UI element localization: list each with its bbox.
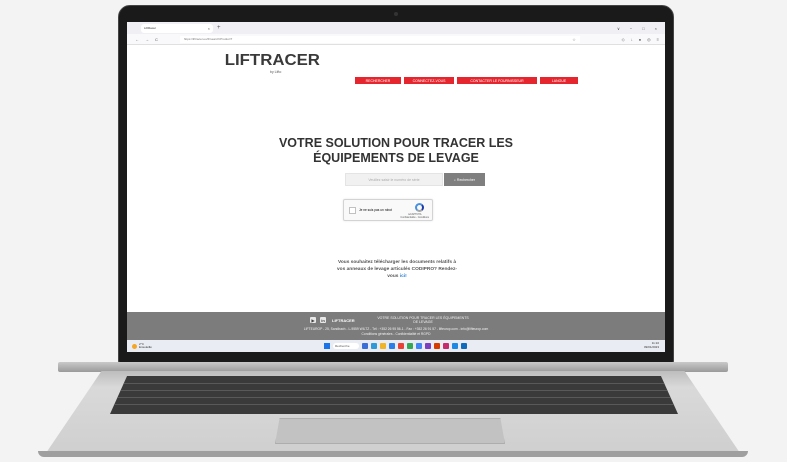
- close-window-icon[interactable]: ×: [655, 26, 657, 31]
- recaptcha-brand: reCAPTCHA Confidentialité - Conditions: [400, 213, 429, 220]
- footer-title: VOTRE SOLUTION POUR TRACER LES ÉQUIPEMEN…: [377, 316, 469, 325]
- browser-tab-bar: LiftRacer × + ∨ − □ ×: [127, 22, 665, 34]
- url-text: https://liftracer.eu/fr/search/ProductT: [183, 37, 233, 41]
- search-button-label: Rechercher: [456, 177, 476, 182]
- taskbar-app-icon[interactable]: [416, 343, 422, 349]
- recaptcha-terms[interactable]: Confidentialité - Conditions: [400, 216, 429, 220]
- bookmark-star-icon[interactable]: ☆: [572, 37, 576, 42]
- nav-search[interactable]: RECHERCHER: [355, 77, 401, 84]
- key-row: [110, 397, 678, 398]
- sun-icon: [132, 343, 137, 349]
- tab-title: LiftRacer: [144, 26, 157, 30]
- taskbar-apps: Recherche: [324, 343, 467, 349]
- webcam: [394, 12, 398, 16]
- logo-subtitle: by Lifto: [270, 70, 282, 74]
- menu-icon[interactable]: ≡: [657, 37, 659, 42]
- key-row: [110, 404, 678, 405]
- taskbar-app-icon[interactable]: [452, 343, 458, 349]
- download-icon[interactable]: ↓: [631, 37, 633, 42]
- taskbar-app-icon[interactable]: [425, 343, 431, 349]
- account-icon[interactable]: ●: [639, 37, 641, 42]
- footer-logo: LIFTRACER: [332, 317, 355, 323]
- new-tab-button[interactable]: +: [217, 25, 221, 31]
- pinned-apps: [362, 343, 467, 349]
- taskbar-app-icon[interactable]: [434, 343, 440, 349]
- promo-link[interactable]: ici!: [400, 274, 407, 279]
- reload-icon[interactable]: C: [155, 37, 158, 42]
- taskbar-app-icon[interactable]: [461, 343, 467, 349]
- nav-login[interactable]: CONNECTEZ-VOUS: [404, 77, 454, 84]
- scene: LiftRacer × + ∨ − □ × ← → C https://lift…: [0, 0, 787, 462]
- main-nav: RECHERCHER CONNECTEZ-VOUS CONTACTER LE F…: [355, 77, 578, 84]
- address-bar[interactable]: https://liftracer.eu/fr/search/ProductT …: [179, 35, 580, 43]
- key-row: [110, 390, 678, 391]
- footer-social: ▶ in LIFTRACER: [310, 317, 355, 323]
- toolbar-icons: ◇ ↓ ● ◎ ≡: [622, 37, 659, 42]
- taskbar-app-icon[interactable]: [389, 343, 395, 349]
- weather-widget[interactable]: 2°C Ensoleillé: [132, 342, 152, 350]
- laptop-lid: LiftRacer × + ∨ − □ × ← → C https://lift…: [118, 5, 674, 363]
- laptop-hinge: [58, 362, 728, 372]
- hero-title-line2: ÉQUIPEMENTS DE LEVAGE: [313, 151, 479, 165]
- promo-line-2: vos anneaux de levage articulés CODIPRO?…: [337, 266, 457, 272]
- taskbar-app-icon[interactable]: [398, 343, 404, 349]
- forward-icon[interactable]: →: [145, 37, 149, 42]
- recaptcha-checkbox[interactable]: [349, 207, 356, 214]
- system-tray[interactable]: 11:10 09/01/2023: [644, 342, 659, 349]
- browser-toolbar: ← → C https://liftracer.eu/fr/search/Pro…: [127, 34, 665, 45]
- windows-taskbar: 2°C Ensoleillé Recherche 11:10 09/01/202…: [127, 340, 665, 352]
- recaptcha-widget: Je ne suis pas un robot reCAPTCHA Confid…: [343, 199, 433, 221]
- tab-list-icon[interactable]: ∨: [617, 26, 620, 31]
- youtube-icon[interactable]: ▶: [310, 317, 316, 323]
- footer-address: LIFTEUROP - 25, Sandbach - L-9559 WILTZ …: [303, 327, 489, 331]
- laptop-screen: LiftRacer × + ∨ − □ × ← → C https://lift…: [127, 22, 665, 352]
- taskbar-app-icon[interactable]: [443, 343, 449, 349]
- hero-title-line1: VOTRE SOLUTION POUR TRACER LES: [278, 136, 514, 150]
- taskbar-app-icon[interactable]: [371, 343, 377, 349]
- back-icon[interactable]: ←: [135, 37, 139, 42]
- taskbar-app-icon[interactable]: [362, 343, 368, 349]
- key-row: [110, 383, 678, 384]
- browser-tab[interactable]: LiftRacer ×: [141, 23, 213, 33]
- close-tab-icon[interactable]: ×: [208, 26, 210, 31]
- extensions-icon[interactable]: ◎: [647, 37, 651, 42]
- nav-language[interactable]: LANGUE: [540, 77, 578, 84]
- weather-desc: Ensoleillé: [139, 345, 152, 349]
- promo-line-1: Vous souhaitez télécharger les documents…: [337, 260, 456, 265]
- laptop-front-lip: [38, 451, 748, 457]
- maximize-icon[interactable]: □: [642, 26, 644, 31]
- shield-icon[interactable]: ◇: [622, 37, 625, 42]
- taskbar-app-icon[interactable]: [380, 343, 386, 349]
- start-windows-icon[interactable]: [324, 343, 330, 349]
- minimize-icon[interactable]: −: [630, 26, 632, 31]
- window-controls: ∨ − □ ×: [617, 26, 657, 31]
- nav-contact-supplier[interactable]: CONTACTER LE FOURNISSEUR: [457, 77, 537, 84]
- laptop-touchpad: [275, 418, 505, 444]
- recaptcha-logo-icon: [415, 203, 424, 212]
- clock-date: 09/01/2023: [643, 345, 659, 349]
- laptop-keyboard: [110, 376, 678, 414]
- search-button[interactable]: ⌕ Rechercher: [444, 173, 485, 186]
- footer-legal-links[interactable]: Conditions générales - Confidentialité e…: [127, 332, 665, 336]
- taskbar-app-icon[interactable]: [407, 343, 413, 349]
- recaptcha-label: Je ne suis pas un robot: [359, 208, 392, 212]
- codipro-promo: Vous souhaitez télécharger les documents…: [337, 260, 457, 281]
- nav-buttons: ← → C: [135, 37, 158, 42]
- linkedin-icon[interactable]: in: [320, 317, 326, 323]
- site-footer: ▶ in LIFTRACER VOTRE SOLUTION POUR TRACE…: [127, 312, 665, 340]
- serial-search-input[interactable]: Veuillez saisir le numéro de série: [345, 173, 443, 186]
- promo-line-3: vous: [387, 273, 400, 279]
- site-logo[interactable]: LIFTRACER: [225, 52, 320, 70]
- taskbar-search[interactable]: Recherche: [333, 343, 359, 349]
